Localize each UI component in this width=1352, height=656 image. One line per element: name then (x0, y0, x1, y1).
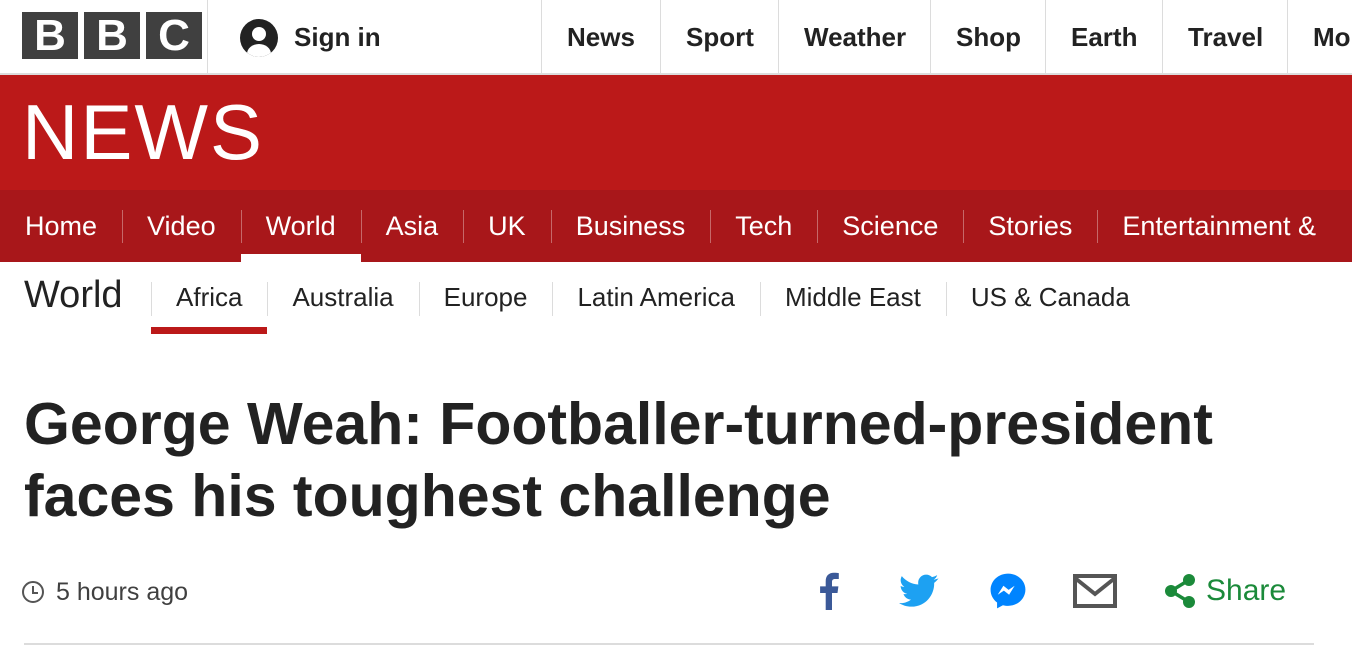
main-nav-asia[interactable]: Asia (360, 190, 464, 262)
global-nav-earth[interactable]: Earth (1045, 0, 1162, 75)
main-nav-science[interactable]: Science (817, 190, 963, 262)
section-nav: World Africa Australia Europe Latin Amer… (0, 262, 1352, 342)
share-label: Share (1206, 574, 1287, 607)
section-title[interactable]: World (24, 274, 123, 317)
bbc-logo[interactable]: B B C (22, 12, 202, 59)
main-nav: Home Video World Asia UK Business Tech S… (0, 190, 1352, 262)
share-facebook-button[interactable] (812, 568, 846, 614)
main-nav-home[interactable]: Home (0, 190, 122, 262)
bbc-logo-letter: B (84, 12, 140, 59)
bbc-logo-letter: B (22, 12, 78, 59)
section-nav-europe[interactable]: Europe (418, 262, 553, 332)
sign-in-link[interactable]: Sign in (240, 0, 381, 75)
global-nav-travel[interactable]: Travel (1162, 0, 1287, 75)
global-nav-more[interactable]: Mor (1287, 0, 1352, 75)
messenger-icon (990, 573, 1026, 609)
article-meta: 5 hours ago (22, 572, 188, 612)
share-button[interactable]: Share (1164, 568, 1294, 614)
meta-divider (24, 643, 1314, 645)
main-nav-world[interactable]: World (240, 190, 361, 262)
share-email-button[interactable] (1072, 568, 1118, 614)
news-banner: NEWS (0, 75, 1352, 190)
share-icon (1165, 574, 1195, 608)
article-timestamp: 5 hours ago (56, 577, 189, 606)
clock-icon (22, 581, 44, 603)
user-icon (240, 18, 278, 57)
section-nav-australia[interactable]: Australia (267, 262, 418, 332)
main-nav-tech[interactable]: Tech (710, 190, 817, 262)
twitter-icon (899, 574, 939, 607)
main-nav-business[interactable]: Business (550, 190, 711, 262)
share-twitter-button[interactable] (897, 568, 941, 614)
main-nav-entertainment[interactable]: Entertainment & (1097, 190, 1341, 262)
facebook-icon (820, 572, 839, 610)
main-nav-video[interactable]: Video (122, 190, 241, 262)
sign-in-label: Sign in (294, 22, 381, 52)
section-nav-africa[interactable]: Africa (151, 262, 268, 334)
global-nav-shop[interactable]: Shop (930, 0, 1045, 75)
article-headline: George Weah: Footballer-turned-president… (24, 391, 1213, 529)
global-nav-sport[interactable]: Sport (660, 0, 778, 75)
section-nav-us-canada[interactable]: US & Canada (945, 262, 1155, 332)
global-nav: News Sport Weather Shop Earth Travel Mor (541, 0, 1352, 75)
bbc-logo-letter: C (146, 12, 202, 59)
main-nav-uk[interactable]: UK (463, 190, 551, 262)
main-nav-stories[interactable]: Stories (963, 190, 1097, 262)
section-nav-latin-america[interactable]: Latin America (552, 262, 760, 332)
divider (207, 0, 208, 75)
email-icon (1073, 574, 1117, 608)
section-nav-middle-east[interactable]: Middle East (760, 262, 946, 332)
news-logo[interactable]: NEWS (22, 93, 264, 171)
global-nav-weather[interactable]: Weather (778, 0, 930, 75)
share-messenger-button[interactable] (987, 568, 1029, 614)
global-nav-news[interactable]: News (541, 0, 660, 75)
bbc-top-bar: B B C Sign in News Sport Weather Shop Ea… (0, 0, 1352, 75)
